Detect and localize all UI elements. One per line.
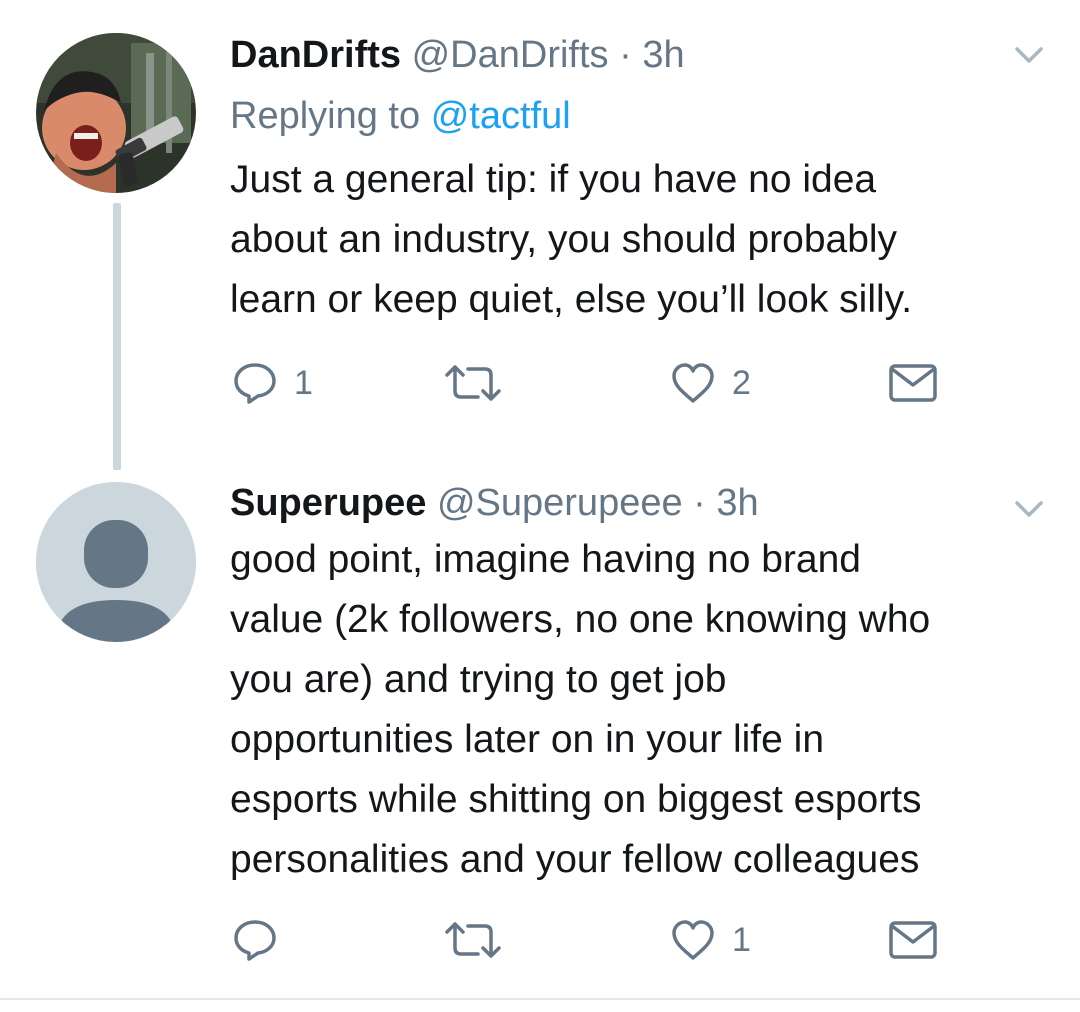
heart-icon xyxy=(672,363,714,403)
avatar[interactable] xyxy=(36,482,196,642)
avatar[interactable] xyxy=(36,33,196,193)
handle[interactable]: @DanDrifts xyxy=(412,34,609,76)
tweet-text-line: esports while shitting on biggest esport… xyxy=(230,778,922,821)
like-button[interactable]: 2 xyxy=(670,353,751,413)
tweet[interactable]: Superupee @Superupeee · 3h good point, i… xyxy=(0,470,1080,1000)
reply-button[interactable] xyxy=(232,910,294,970)
tweet-text-line: about an industry, you should probably xyxy=(230,218,898,261)
like-button[interactable]: 1 xyxy=(670,910,751,970)
tweet[interactable]: DanDrifts @DanDrifts · 3h Replying to @t… xyxy=(0,0,1080,470)
reply-button[interactable]: 1 xyxy=(232,353,313,413)
retweet-button[interactable] xyxy=(444,353,518,413)
direct-message-button[interactable] xyxy=(888,910,938,970)
tweet-text-line: value (2k followers, no one knowing who xyxy=(230,598,931,641)
like-count: 1 xyxy=(732,921,751,959)
retweet-button[interactable] xyxy=(444,910,518,970)
tweet-text-line: good point, imagine having no brand xyxy=(230,538,861,581)
reply-count: 1 xyxy=(294,364,313,402)
user-photo-avatar xyxy=(36,33,196,193)
display-name[interactable]: Superupee xyxy=(230,482,426,524)
envelope-icon xyxy=(889,364,937,402)
like-count: 2 xyxy=(732,364,751,402)
handle[interactable]: @Superupeee xyxy=(437,482,683,524)
default-avatar-icon xyxy=(36,482,196,642)
tweet-text-line: personalities and your fellow colleagues xyxy=(230,838,920,881)
tweet-header: DanDrifts @DanDrifts · 3h xyxy=(230,30,685,80)
tweet-header: Superupee @Superupeee · 3h xyxy=(230,478,759,528)
display-name[interactable]: DanDrifts xyxy=(230,34,401,76)
chevron-down-icon xyxy=(1015,501,1043,517)
tweet-actions: 1 xyxy=(0,910,1080,970)
direct-message-button[interactable] xyxy=(888,353,938,413)
tweet-text-line: opportunities later on in your life in xyxy=(230,718,825,761)
tweet-text-line: you are) and trying to get job xyxy=(230,658,727,701)
tweet-text: good point, imagine having no brand valu… xyxy=(230,530,1060,890)
replying-to: Replying to @tactful xyxy=(230,90,571,142)
heart-icon xyxy=(672,920,714,960)
retweet-icon xyxy=(445,365,501,401)
reply-icon xyxy=(234,363,276,404)
tweet-actions: 1 2 xyxy=(0,353,1080,413)
timestamp[interactable]: 3h xyxy=(716,482,758,524)
thread-line xyxy=(113,203,121,470)
tweet-text: Just a general tip: if you have no idea … xyxy=(230,150,1060,330)
separator: · xyxy=(693,482,706,524)
separator: · xyxy=(619,34,632,76)
tweet-text-line: learn or keep quiet, else you’ll look si… xyxy=(230,278,913,321)
reply-icon xyxy=(234,920,276,961)
tweet-divider xyxy=(0,998,1080,1000)
mention-link[interactable]: @tactful xyxy=(431,95,571,137)
retweet-icon xyxy=(445,922,501,958)
envelope-icon xyxy=(889,921,937,959)
tweet-menu-button[interactable] xyxy=(1013,498,1045,520)
tweet-menu-button[interactable] xyxy=(1013,44,1045,66)
tweet-text-line: Just a general tip: if you have no idea xyxy=(230,158,877,201)
replying-to-label: Replying to xyxy=(230,95,421,137)
chevron-down-icon xyxy=(1015,47,1043,63)
timestamp[interactable]: 3h xyxy=(642,34,684,76)
